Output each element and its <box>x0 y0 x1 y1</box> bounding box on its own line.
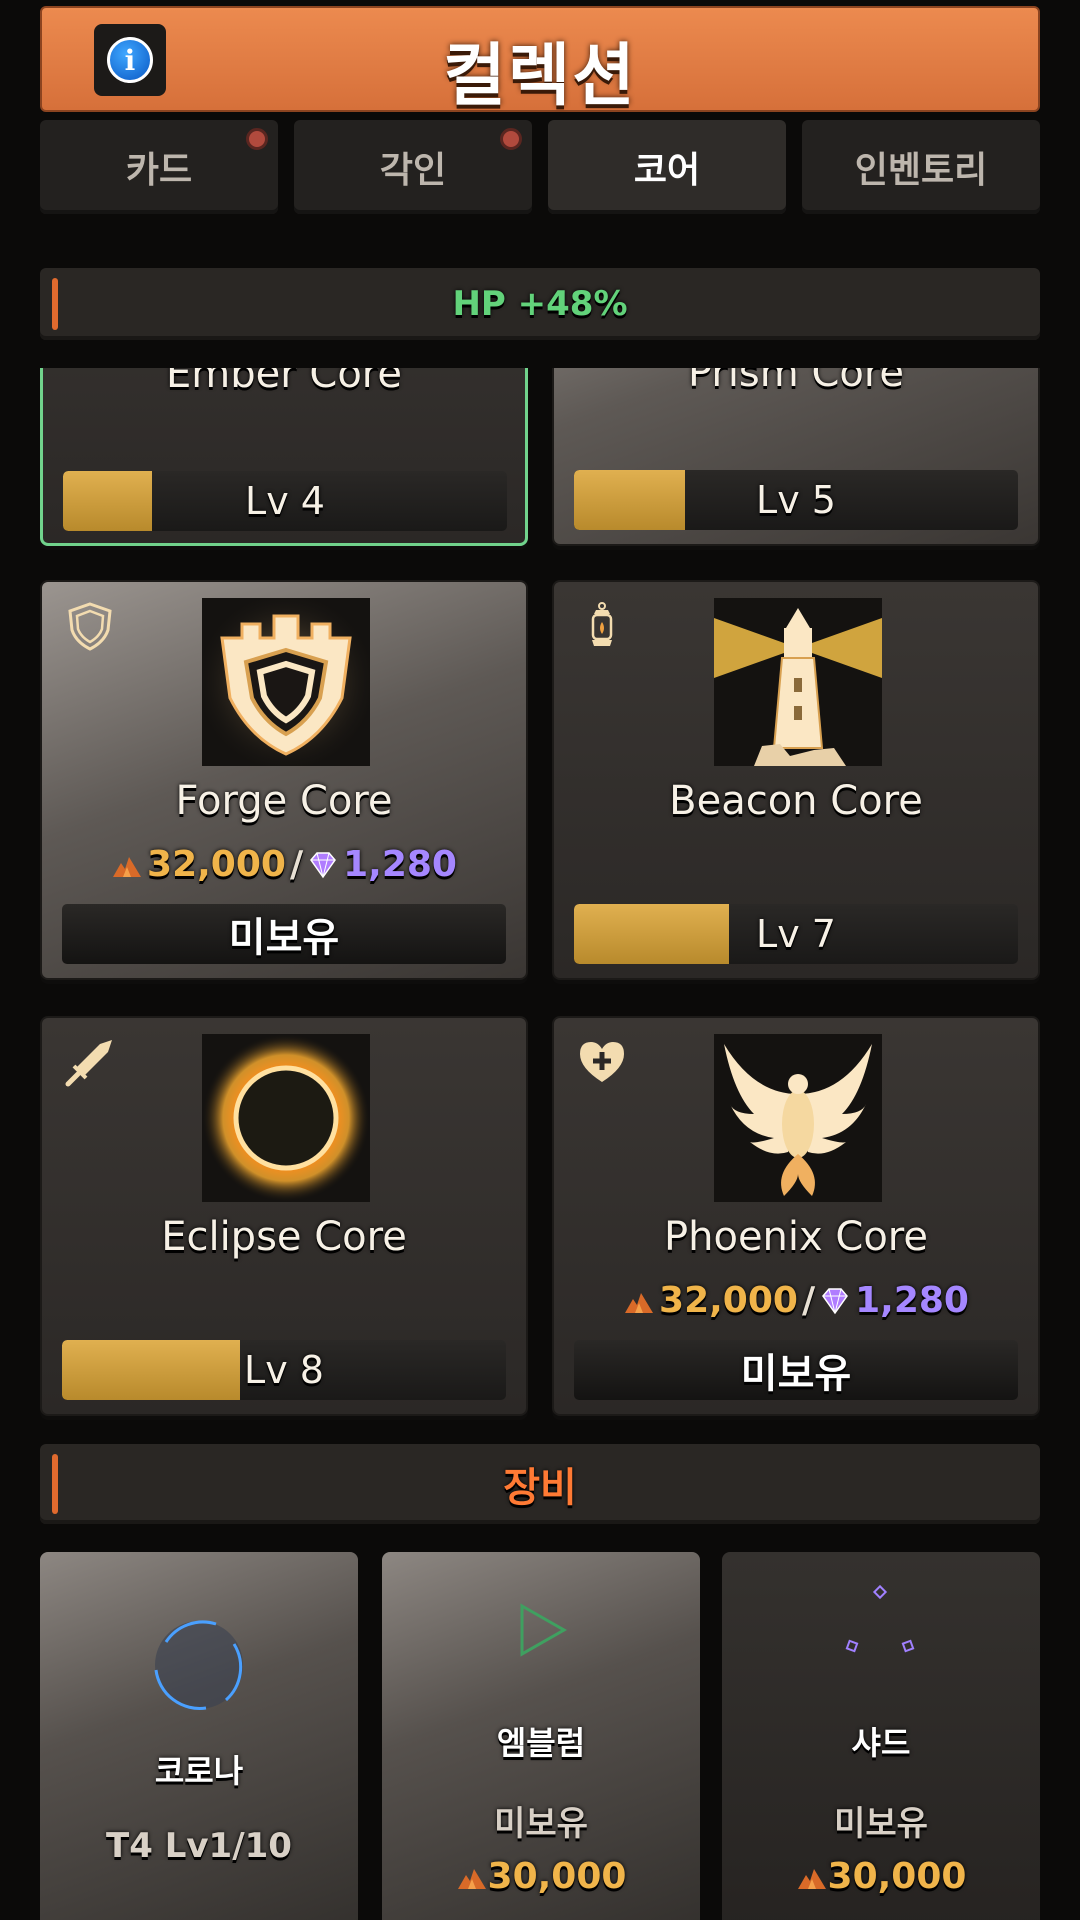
core-card-eclipse[interactable]: Eclipse Core Lv 8 <box>40 1016 528 1416</box>
gold-cost: 32,000 <box>659 1280 798 1321</box>
beacon-core-art <box>714 598 882 766</box>
price-value: 30,000 <box>827 1856 967 1897</box>
notification-dot <box>246 128 268 150</box>
level-bar: Lv 7 <box>574 904 1018 964</box>
page-title: 컬렉션 <box>443 37 637 116</box>
level-text: Lv 8 <box>244 1348 324 1392</box>
level-bar: Lv 4 <box>63 471 507 531</box>
core-name: Prism Core <box>687 368 905 396</box>
shield-icon <box>68 602 112 651</box>
equipment-card-shard[interactable]: 샤드 미보유 30,000 <box>722 1552 1040 1920</box>
core-card-phoenix[interactable]: Phoenix Core 32,000 / 1,280 미보유 <box>552 1016 1040 1416</box>
core-name: Forge Core <box>175 778 393 824</box>
gold-ore-icon <box>457 1868 486 1889</box>
level-bar: Lv 5 <box>574 470 1018 530</box>
level-text: Lv 7 <box>756 912 836 956</box>
lantern-icon <box>591 602 613 646</box>
gem-icon <box>310 851 337 878</box>
gem-cost: 1,280 <box>343 844 457 885</box>
equipment-level: T4 Lv1/10 <box>106 1826 292 1866</box>
gold-ore-icon <box>797 1868 826 1889</box>
equipment-price: 30,000 <box>722 1856 1040 1897</box>
unowned-button[interactable]: 미보유 <box>574 1340 1018 1400</box>
tab-label: 인벤토리 <box>854 150 988 191</box>
sword-icon <box>65 1040 112 1087</box>
core-card-prism[interactable]: Prism Core Lv 5 <box>552 368 1040 546</box>
tab-card[interactable]: 카드 <box>40 120 278 214</box>
level-text: Lv 4 <box>245 479 325 523</box>
gold-cost: 32,000 <box>147 844 286 885</box>
tab-inventory[interactable]: 인벤토리 <box>802 120 1040 214</box>
core-card-ember[interactable]: Ember Core Lv 4 <box>40 368 528 546</box>
core-card-beacon[interactable]: Beacon Core Lv 7 <box>552 580 1040 980</box>
cost-separator: / <box>289 844 304 885</box>
gem-cost: 1,280 <box>855 1280 969 1321</box>
equipment-title: 장비 <box>503 1465 577 1511</box>
equipment-section-header: 장비 <box>40 1444 1040 1524</box>
equipment-status: 미보유 <box>494 1804 588 1844</box>
forge-core-art <box>202 598 370 766</box>
level-text: Lv 5 <box>756 478 836 522</box>
equipment-name: 샤드 <box>851 1724 911 1762</box>
cost-row: 32,000 / 1,280 <box>42 844 526 885</box>
emblem-triangle-icon <box>520 1603 568 1657</box>
equipment-name: 코로나 <box>154 1752 244 1790</box>
tab-engrave[interactable]: 각인 <box>294 120 532 214</box>
equipment-name: 엠블럼 <box>496 1724 586 1762</box>
tab-label: 코어 <box>633 150 701 191</box>
equipment-card-emblem[interactable]: 엠블럼 미보유 30,000 <box>382 1552 700 1920</box>
equipment-price: 30,000 <box>382 1856 700 1897</box>
price-value: 30,000 <box>487 1856 627 1897</box>
corona-ring-icon <box>154 1620 243 1710</box>
gold-ore-icon <box>625 1292 654 1313</box>
gold-ore-icon <box>113 856 142 877</box>
core-grid[interactable]: Ember Core Lv 4 Prism Core Lv 5 Forge Co… <box>0 368 1080 1420</box>
tab-label: 카드 <box>125 150 193 191</box>
core-name: Beacon Core <box>669 778 923 824</box>
heart-plus-icon <box>580 1042 624 1082</box>
unowned-button[interactable]: 미보유 <box>62 904 506 964</box>
cost-separator: / <box>801 1280 816 1321</box>
gem-icon <box>822 1287 849 1314</box>
core-name: Eclipse Core <box>161 1214 407 1260</box>
equipment-status: 미보유 <box>834 1804 928 1844</box>
core-card-forge[interactable]: Forge Core 32,000 / 1,280 미보유 <box>40 580 528 980</box>
level-bar: Lv 8 <box>62 1340 506 1400</box>
tab-label: 각인 <box>379 150 447 191</box>
notification-dot <box>500 128 522 150</box>
collection-bonus-bar: HP +48% <box>40 268 1040 340</box>
equipment-card-corona[interactable]: 코로나 T4 Lv1/10 <box>40 1552 358 1920</box>
core-name: Phoenix Core <box>664 1214 928 1260</box>
phoenix-core-art <box>714 1034 882 1202</box>
eclipse-core-art <box>202 1034 370 1202</box>
shard-fragments-icon <box>845 1584 915 1653</box>
bonus-text: HP +48% <box>452 284 628 324</box>
tab-core[interactable]: 코어 <box>548 120 786 214</box>
core-name: Ember Core <box>166 368 402 397</box>
cost-row: 32,000 / 1,280 <box>554 1280 1038 1321</box>
header-bar: i 컬렉션 <box>40 6 1040 116</box>
